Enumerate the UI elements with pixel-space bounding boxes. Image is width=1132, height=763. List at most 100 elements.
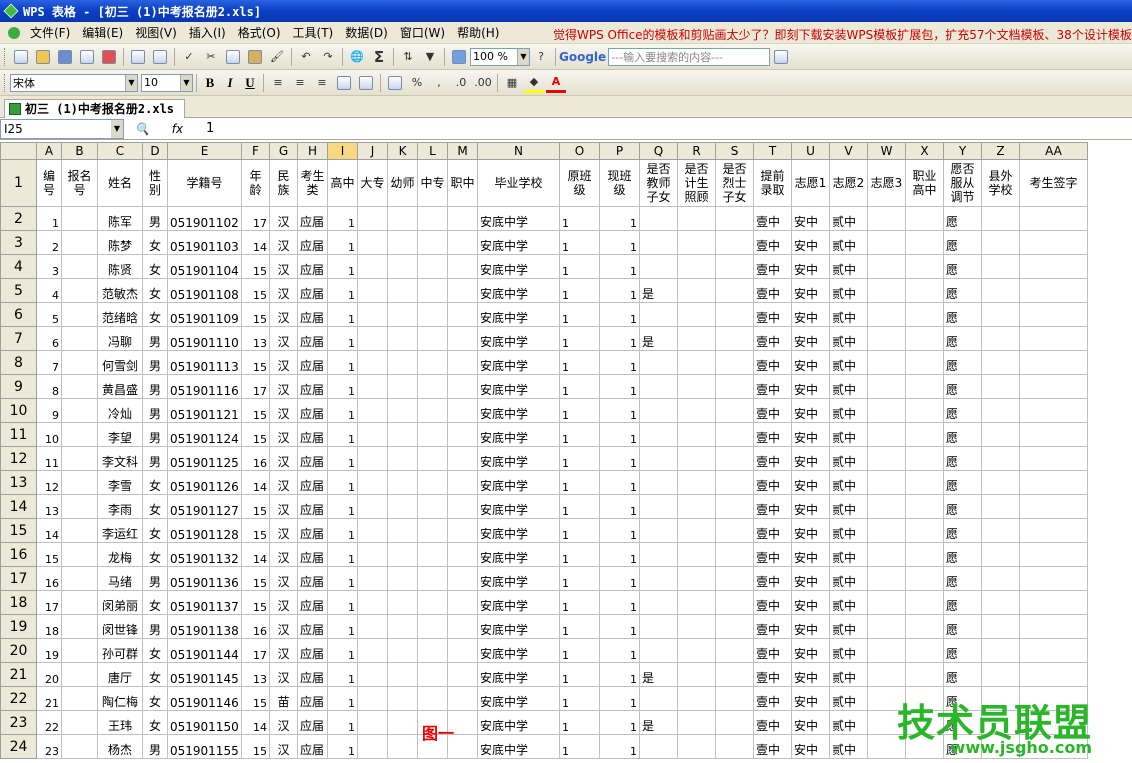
cell[interactable]: 贰中 [829, 494, 868, 519]
cell[interactable] [357, 494, 388, 519]
cell[interactable]: 贰中 [829, 566, 868, 591]
cell[interactable] [905, 638, 944, 663]
cell[interactable]: 1 [327, 398, 358, 423]
cell[interactable] [1019, 206, 1088, 231]
cell[interactable]: 壹中 [753, 302, 792, 327]
cell[interactable]: 051901110 [167, 326, 242, 351]
cell[interactable]: 壹中 [753, 566, 792, 591]
cell[interactable]: 051901146 [167, 686, 242, 711]
header-cell[interactable]: 愿否服从调节 [943, 159, 982, 207]
cell[interactable]: 愿 [943, 542, 982, 567]
cell[interactable] [905, 326, 944, 351]
header-cell[interactable]: 志愿1 [791, 159, 830, 207]
cell[interactable]: 15 [241, 734, 270, 759]
cell[interactable] [639, 350, 678, 375]
cell[interactable] [61, 446, 98, 471]
cell[interactable] [677, 590, 716, 615]
cell[interactable]: 19 [36, 638, 62, 663]
header-cell[interactable]: 考生签字 [1019, 159, 1088, 207]
cell[interactable]: 051901144 [167, 638, 242, 663]
cell[interactable] [981, 518, 1020, 543]
cell[interactable] [639, 590, 678, 615]
cell[interactable] [357, 278, 388, 303]
cell[interactable]: 051901126 [167, 470, 242, 495]
font-size-select[interactable]: 10 ▼ [141, 73, 193, 92]
cell[interactable] [981, 302, 1020, 327]
menu-6[interactable]: 数据(D) [339, 26, 394, 40]
cell[interactable]: 051901132 [167, 542, 242, 567]
cell[interactable] [387, 446, 418, 471]
cell[interactable]: 安中 [791, 638, 830, 663]
cell[interactable]: 陈贤 [97, 254, 143, 279]
cell[interactable]: 男 [142, 398, 168, 423]
cell[interactable]: 16 [241, 446, 270, 471]
row-header[interactable]: 24 [0, 734, 37, 759]
cell[interactable] [715, 254, 754, 279]
cell[interactable] [715, 278, 754, 303]
cell[interactable]: 051901109 [167, 302, 242, 327]
cell[interactable]: 女 [142, 278, 168, 303]
cell[interactable]: 安中 [791, 302, 830, 327]
cell[interactable] [867, 494, 906, 519]
cell[interactable] [867, 614, 906, 639]
cell[interactable]: 安中 [791, 230, 830, 255]
menu-3[interactable]: 插入(I) [183, 26, 232, 40]
cell[interactable] [357, 686, 388, 711]
cell[interactable]: 壹中 [753, 638, 792, 663]
cell[interactable]: 1 [559, 542, 600, 567]
col-header-B[interactable]: B [61, 142, 98, 160]
cell[interactable]: 王玮 [97, 710, 143, 735]
cell[interactable] [981, 638, 1020, 663]
cell[interactable] [357, 206, 388, 231]
cell[interactable]: 女 [142, 686, 168, 711]
cell[interactable]: 男 [142, 374, 168, 399]
cell[interactable] [417, 326, 448, 351]
cell[interactable]: 冯聊 [97, 326, 143, 351]
cell[interactable] [905, 566, 944, 591]
cell[interactable]: 1 [327, 374, 358, 399]
cell[interactable] [1019, 446, 1088, 471]
cell[interactable]: 1 [599, 422, 640, 447]
cell[interactable] [357, 590, 388, 615]
cell[interactable] [387, 662, 418, 687]
cell[interactable] [639, 470, 678, 495]
cell[interactable] [981, 398, 1020, 423]
cell[interactable] [417, 278, 448, 303]
cell[interactable]: 1 [599, 494, 640, 519]
cell[interactable]: 1 [559, 326, 600, 351]
header-cell[interactable]: 性别 [142, 159, 168, 207]
cell[interactable] [905, 518, 944, 543]
cell[interactable]: 安底中学 [477, 518, 560, 543]
cell[interactable]: 黄昌盛 [97, 374, 143, 399]
cell[interactable]: 是 [639, 662, 678, 687]
cell[interactable]: 应届 [297, 542, 328, 567]
cell[interactable] [447, 422, 478, 447]
cell[interactable] [61, 518, 98, 543]
cell[interactable]: 1 [599, 590, 640, 615]
cell[interactable] [715, 350, 754, 375]
cell[interactable] [715, 662, 754, 687]
cell[interactable]: 安底中学 [477, 638, 560, 663]
cell[interactable]: 安中 [791, 326, 830, 351]
header-cell[interactable]: 考生类 [297, 159, 328, 207]
cell[interactable] [417, 470, 448, 495]
row-header[interactable]: 22 [0, 686, 37, 711]
cell[interactable]: 男 [142, 422, 168, 447]
cell[interactable]: 1 [559, 374, 600, 399]
cell[interactable] [447, 302, 478, 327]
cell[interactable] [677, 566, 716, 591]
cell[interactable]: 安底中学 [477, 326, 560, 351]
cell[interactable]: 愿 [943, 566, 982, 591]
header-cell[interactable]: 大专 [357, 159, 388, 207]
cell[interactable]: 安中 [791, 278, 830, 303]
cell[interactable]: 汉 [269, 494, 298, 519]
cell[interactable] [981, 590, 1020, 615]
cell[interactable]: 安底中学 [477, 686, 560, 711]
cell[interactable] [905, 302, 944, 327]
zoom-select[interactable]: 100 % ▼ [470, 47, 530, 66]
cell[interactable]: 051901137 [167, 590, 242, 615]
cell[interactable]: 愿 [943, 614, 982, 639]
cell[interactable]: 女 [142, 542, 168, 567]
cell[interactable]: 1 [327, 422, 358, 447]
cell[interactable] [387, 614, 418, 639]
